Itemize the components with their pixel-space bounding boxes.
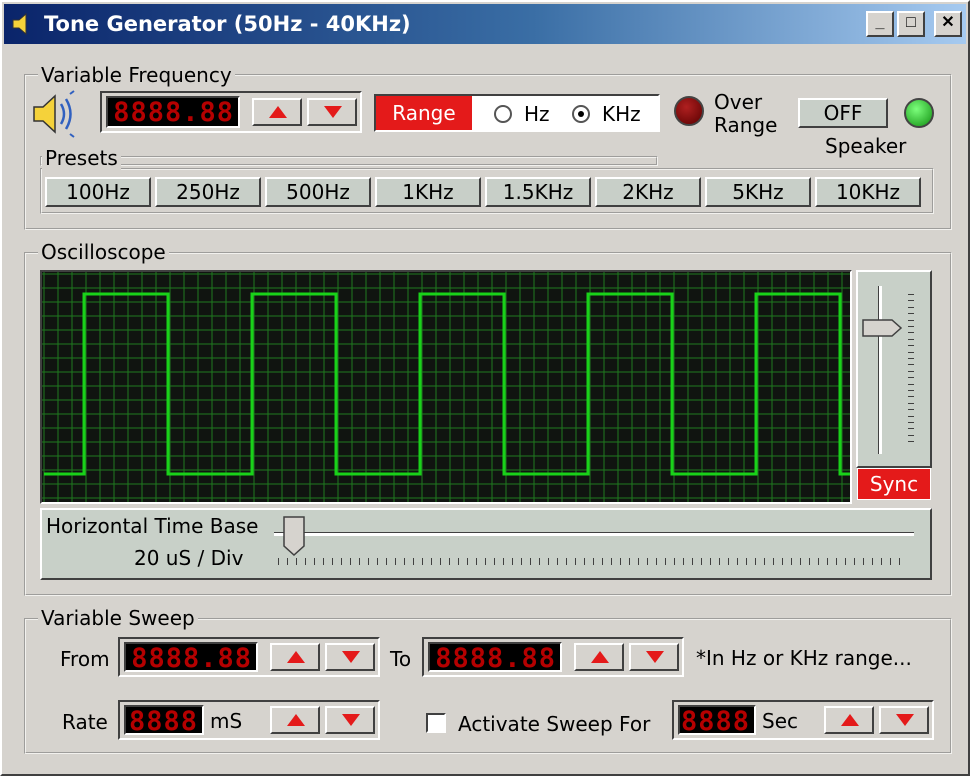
preset-1-5khz[interactable]: 1.5KHz xyxy=(485,177,591,207)
range-selector: Range Hz KHz xyxy=(374,94,660,132)
presets-legend: Presets xyxy=(42,146,121,170)
from-down-button[interactable] xyxy=(325,643,375,671)
preset-100hz[interactable]: 100Hz xyxy=(45,177,151,207)
rate-control: 8888 mS xyxy=(118,700,380,740)
range-button[interactable]: Range xyxy=(376,96,472,130)
speaker-app-icon xyxy=(10,12,34,36)
frequency-display: 8888.88 xyxy=(106,96,240,128)
sweep-duration-display: 8888 xyxy=(678,705,756,737)
time-base-label: Horizontal Time Base xyxy=(46,514,259,538)
activate-sweep-checkbox[interactable] xyxy=(426,713,446,733)
speaker-label: Speaker xyxy=(825,134,907,158)
frequency-up-button[interactable] xyxy=(252,98,302,126)
over-range-led xyxy=(674,96,704,126)
khz-radio[interactable] xyxy=(572,105,590,123)
to-down-button[interactable] xyxy=(629,643,679,671)
rate-down-button[interactable] xyxy=(325,706,375,734)
to-up-button[interactable] xyxy=(574,643,624,671)
rate-display: 8888 xyxy=(124,705,204,737)
variable-frequency-legend: Variable Frequency xyxy=(38,63,235,87)
preset-500hz[interactable]: 500Hz xyxy=(265,177,371,207)
over-range-label-line2: Range xyxy=(714,113,778,137)
speaker-led xyxy=(904,98,934,128)
down-arrow-icon xyxy=(342,651,360,663)
sweep-duration-down-button[interactable] xyxy=(879,706,929,734)
preset-2khz[interactable]: 2KHz xyxy=(595,177,701,207)
time-base-slider-thumb[interactable] xyxy=(282,516,305,557)
over-range-label-line1: Over xyxy=(714,90,763,114)
from-control: 8888.88 xyxy=(118,637,380,677)
hz-radio[interactable] xyxy=(494,105,512,123)
from-display: 8888.88 xyxy=(124,642,258,674)
sweep-duration-unit: Sec xyxy=(762,709,798,733)
activate-sweep-label: Activate Sweep For xyxy=(458,712,651,736)
frequency-control: 8888.88 xyxy=(100,91,362,133)
sync-button[interactable]: Sync xyxy=(857,468,931,500)
down-arrow-icon xyxy=(896,714,914,726)
close-icon: ✕ xyxy=(941,14,955,31)
speaker-toggle-button[interactable]: OFF xyxy=(798,98,888,128)
time-base-track xyxy=(274,532,914,536)
variable-sweep-legend: Variable Sweep xyxy=(38,606,198,630)
to-control: 8888.88 xyxy=(422,637,684,677)
minimize-button[interactable]: _ xyxy=(866,11,894,37)
khz-label: KHz xyxy=(602,102,641,126)
from-up-button[interactable] xyxy=(270,643,320,671)
oscilloscope-legend: Oscilloscope xyxy=(38,240,169,264)
rate-up-button[interactable] xyxy=(270,706,320,734)
down-arrow-icon xyxy=(342,714,360,726)
maximize-icon: □ xyxy=(906,14,916,31)
tone-generator-window: Tone Generator (50Hz - 40KHz) _ □ ✕ Vari… xyxy=(0,0,970,776)
hz-label: Hz xyxy=(524,102,550,126)
window-title: Tone Generator (50Hz - 40KHz) xyxy=(44,12,411,36)
preset-5khz[interactable]: 5KHz xyxy=(705,177,811,207)
presets-header-bar xyxy=(40,156,658,166)
close-button[interactable]: ✕ xyxy=(934,11,962,37)
up-arrow-icon xyxy=(841,714,859,726)
vertical-slider-thumb[interactable] xyxy=(862,319,903,337)
radio-selected-dot xyxy=(578,111,584,117)
maximize-button[interactable]: □ xyxy=(897,11,925,37)
to-display: 8888.88 xyxy=(428,642,562,674)
to-label: To xyxy=(390,647,412,671)
up-arrow-icon xyxy=(287,651,305,663)
time-base-panel: Horizontal Time Base 20 uS / Div xyxy=(40,508,932,580)
up-arrow-icon xyxy=(287,714,305,726)
vertical-slider-track xyxy=(878,286,882,454)
minimize-icon: _ xyxy=(875,14,885,31)
rate-unit: mS xyxy=(210,709,243,733)
oscilloscope-screen xyxy=(40,270,852,504)
down-arrow-icon xyxy=(324,106,342,118)
sweep-duration-up-button[interactable] xyxy=(824,706,874,734)
sweep-duration-control: 8888 Sec xyxy=(672,700,934,740)
up-arrow-icon xyxy=(269,106,287,118)
vertical-gain-slider[interactable] xyxy=(856,270,932,468)
frequency-down-button[interactable] xyxy=(307,98,357,126)
title-bar[interactable]: Tone Generator (50Hz - 40KHz) xyxy=(4,4,966,44)
from-label: From xyxy=(60,647,110,671)
time-base-value: 20 uS / Div xyxy=(134,546,244,570)
speaker-volume-icon[interactable] xyxy=(30,90,80,138)
preset-1khz[interactable]: 1KHz xyxy=(375,177,481,207)
range-note: *In Hz or KHz range... xyxy=(696,646,912,670)
vertical-slider-ticks xyxy=(908,294,916,444)
time-base-ticks xyxy=(278,558,908,566)
up-arrow-icon xyxy=(591,651,609,663)
down-arrow-icon xyxy=(646,651,664,663)
preset-250hz[interactable]: 250Hz xyxy=(155,177,261,207)
rate-label: Rate xyxy=(62,710,108,734)
preset-10khz[interactable]: 10KHz xyxy=(815,177,921,207)
